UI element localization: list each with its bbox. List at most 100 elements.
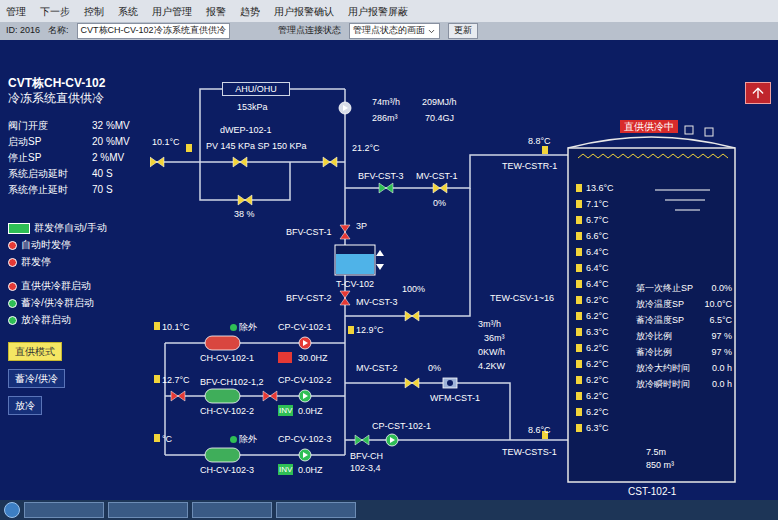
valve-icon[interactable] xyxy=(263,391,277,401)
pump-icon[interactable] xyxy=(299,337,311,349)
valve-label: BFV-CH102-1,2 xyxy=(200,376,264,388)
toolbar: ID: 2016名称:CVT栋CH-CV-102冷冻系统直供供冷管理点连接状态管… xyxy=(0,22,778,40)
pump-icon[interactable] xyxy=(299,390,311,402)
diagram-label: 74m³/h xyxy=(372,96,400,108)
tank-param-row: 第一次终止SP0.0% xyxy=(636,280,732,296)
process-diagram: AHU/OHU153kPa10.1°CdWEP-102-1PV 145 KPa … xyxy=(150,40,778,500)
exclude-tag[interactable]: 除外 xyxy=(230,433,257,445)
taskbar-button[interactable] xyxy=(24,502,104,518)
mode-button[interactable]: 蓄冷/供冷 xyxy=(8,369,65,388)
mode-button[interactable]: 放冷 xyxy=(8,396,42,415)
diagram-label: BFV-CST-3 xyxy=(358,170,404,182)
flowmeter-icon xyxy=(443,378,457,388)
tank-volume: 850 m³ xyxy=(646,459,674,472)
menu-item[interactable]: 管理 xyxy=(6,4,26,19)
tank-status: 直供供冷中 xyxy=(620,120,678,133)
legend-item[interactable]: 直供供冷群启动 xyxy=(8,280,146,292)
tank-temp-row: 6.3°C xyxy=(576,324,614,340)
legend-item[interactable]: 群发停 xyxy=(8,256,146,268)
sensor-icon xyxy=(542,146,548,154)
legend-group: 直供供冷群启动蓄冷/供冷群启动放冷群启动 xyxy=(8,280,146,326)
valve-icon[interactable] xyxy=(379,183,393,193)
chiller-icon[interactable] xyxy=(205,448,240,462)
diagram-label: WFM-CST-1 xyxy=(430,392,480,404)
sensor-icon xyxy=(154,375,160,383)
valve-icon[interactable] xyxy=(405,311,419,321)
legend-item[interactable]: 群发停自动/手动 xyxy=(8,222,146,234)
exclude-tag[interactable]: 除外 xyxy=(230,321,257,333)
diagram-label: 12.9°C xyxy=(356,324,384,336)
drive-indicator xyxy=(278,352,292,363)
menu-item[interactable]: 用户报警屏蔽 xyxy=(348,4,408,19)
menu-item[interactable]: 控制 xyxy=(84,4,104,19)
diagram-label: T-CV-102 xyxy=(336,278,374,290)
main-area: CVT栋CH-CV-102冷冻系统直供供冷阀门开度32 %MV启动SP20 %M… xyxy=(0,40,778,500)
pump-label: CP-CV-102-1 xyxy=(278,321,332,333)
diagram-label: 286m³ xyxy=(372,112,398,124)
legend-item[interactable]: 放冷群启动 xyxy=(8,314,146,326)
pump-label: CP-CV-102-2 xyxy=(278,374,332,386)
taskbar-button[interactable] xyxy=(192,502,272,518)
valve-icon[interactable] xyxy=(233,157,247,167)
taskbar-button[interactable] xyxy=(276,502,356,518)
diagram-label: 209MJ/h xyxy=(422,96,457,108)
taskbar-button[interactable] xyxy=(108,502,188,518)
legend-item[interactable]: 蓄冷/供冷群启动 xyxy=(8,297,146,309)
diagram-label: TEW-CSTR-1 xyxy=(502,160,557,172)
tank-temp-row: 6.2°C xyxy=(576,308,614,324)
diagram-label: 0% xyxy=(433,197,446,209)
legend-dot xyxy=(8,241,17,250)
menu-item[interactable]: 趋势 xyxy=(240,4,260,19)
menu-item[interactable]: 用户报警确认 xyxy=(274,4,334,19)
valve-icon[interactable] xyxy=(433,183,447,193)
valve-icon[interactable] xyxy=(340,291,350,305)
valve-icon[interactable] xyxy=(238,195,252,205)
page-up-button[interactable] xyxy=(745,82,771,104)
diagram-label: 153kPa xyxy=(237,101,268,113)
valve-icon[interactable] xyxy=(340,225,350,239)
diagram-label: 100% xyxy=(402,283,425,295)
tank-param-row: 蓄冷温度SP6.5°C xyxy=(636,312,732,328)
valve-icon[interactable] xyxy=(323,157,337,167)
diagram-label: 38 % xyxy=(234,208,255,220)
start-icon[interactable] xyxy=(4,502,20,518)
pump-frequency: 0.0HZ xyxy=(298,464,323,476)
diagram-label: 70.4GJ xyxy=(425,112,454,124)
diagram-label: 8.8°C xyxy=(528,135,551,147)
param-list: 阀门开度32 %MV启动SP20 %MV停止SP2 %MV系统启动延时40 S系… xyxy=(8,120,146,196)
param-value: 32 %MV xyxy=(92,120,146,132)
valve-icon[interactable] xyxy=(355,435,369,445)
chiller-icon[interactable] xyxy=(205,336,240,350)
tank-temps: 13.6°C7.1°C6.7°C6.6°C6.4°C6.4°C6.4°C6.2°… xyxy=(576,180,614,436)
menu-item[interactable]: 下一步 xyxy=(40,4,70,19)
param-value: 2 %MV xyxy=(92,152,146,164)
param-label: 阀门开度 xyxy=(8,120,92,132)
diagram-label: CP-CST-102-1 xyxy=(372,420,431,432)
mode-button[interactable]: 直供模式 xyxy=(8,342,62,361)
diagram-label: MV-CST-3 xyxy=(356,296,398,308)
pump-icon[interactable] xyxy=(339,102,351,114)
pump-frequency: 0.0HZ xyxy=(298,405,323,417)
param-label: 启动SP xyxy=(8,136,92,148)
chiller-icon[interactable] xyxy=(205,389,240,403)
pump-icon[interactable] xyxy=(386,434,398,446)
refresh-button[interactable]: 更新 xyxy=(448,23,478,39)
pump-icon[interactable] xyxy=(299,449,311,461)
legend-item[interactable]: 自动时发停 xyxy=(8,239,146,251)
param-value: 70 S xyxy=(92,184,146,196)
ahu-box[interactable]: AHU/OHU xyxy=(222,82,290,96)
tank-param-row: 放冷大约时间0.0 h xyxy=(636,360,732,376)
arrow-up-icon xyxy=(750,85,766,101)
valve-icon[interactable] xyxy=(150,157,164,167)
valve-icon[interactable] xyxy=(405,378,419,388)
menu-item[interactable]: 系统 xyxy=(118,4,138,19)
view-dropdown[interactable]: 管理点状态的画面 xyxy=(349,23,440,39)
menu-item[interactable]: 报警 xyxy=(206,4,226,19)
legend-box xyxy=(8,223,30,234)
valve-icon[interactable] xyxy=(171,391,185,401)
diagram-label: MV-CST-2 xyxy=(356,362,398,374)
tank-param-row: 放冷瞬时时间0.0 h xyxy=(636,376,732,392)
drive-indicator: INV xyxy=(278,405,293,416)
menu-item[interactable]: 用户管理 xyxy=(152,4,192,19)
diagram-label: dWEP-102-1 xyxy=(220,124,272,136)
